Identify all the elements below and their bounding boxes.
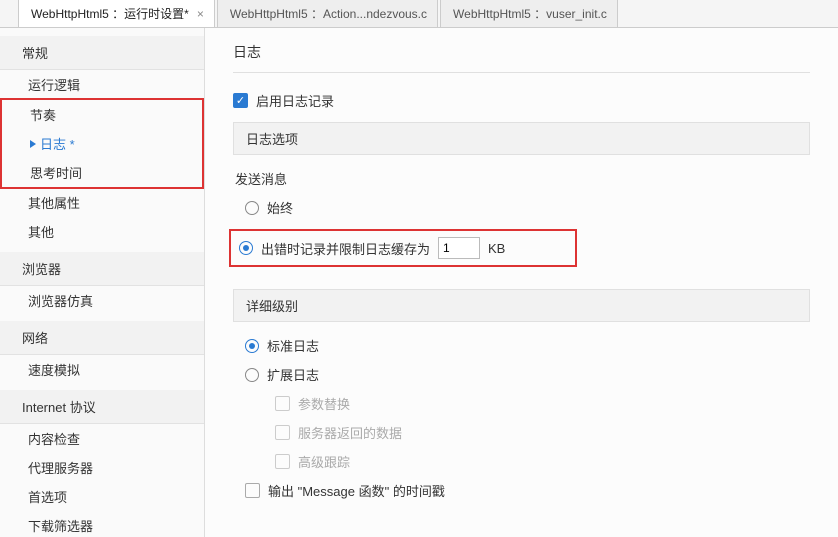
sidebar-item-run-logic[interactable]: 运行逻辑 bbox=[0, 70, 204, 99]
checkbox-icon bbox=[275, 454, 290, 469]
checkbox-icon bbox=[275, 396, 290, 411]
sidebar-item-speed-sim[interactable]: 速度模拟 bbox=[0, 355, 204, 384]
sidebar-group-browser[interactable]: 浏览器 bbox=[0, 252, 204, 286]
ext-opt-label: 参数替换 bbox=[298, 394, 350, 413]
ext-opt-server-data-row: 服务器返回的数据 bbox=[233, 423, 810, 442]
radio-on-error-row[interactable]: 出错时记录并限制日志缓存为 KB bbox=[239, 237, 505, 259]
extended-log-label: 扩展日志 bbox=[267, 365, 319, 384]
output-timestamp-row[interactable]: 输出 "Message 函数" 的时间戳 bbox=[233, 481, 810, 500]
radio-icon[interactable] bbox=[245, 201, 259, 215]
sidebar-item-content-check[interactable]: 内容检查 bbox=[0, 424, 204, 453]
sidebar: 常规 运行逻辑 节奏 日志 * 思考时间 其他属性 其他 浏览器 浏览器仿真 网… bbox=[0, 28, 205, 537]
output-timestamp-label: 输出 "Message 函数" 的时间戳 bbox=[268, 481, 445, 500]
sidebar-item-think-time[interactable]: 思考时间 bbox=[2, 158, 202, 187]
sidebar-group-internet[interactable]: Internet 协议 bbox=[0, 390, 204, 424]
sidebar-item-browser-emulation[interactable]: 浏览器仿真 bbox=[0, 286, 204, 315]
checkbox-icon bbox=[275, 425, 290, 440]
highlight-sidebar-log: 节奏 日志 * 思考时间 bbox=[0, 98, 204, 189]
ext-opt-label: 高级跟踪 bbox=[298, 452, 350, 471]
sidebar-item-misc[interactable]: 其他 bbox=[0, 217, 204, 246]
cache-size-input[interactable] bbox=[438, 237, 480, 259]
detail-level-header: 详细级别 bbox=[233, 289, 810, 322]
radio-always-row[interactable]: 始终 bbox=[233, 198, 810, 217]
tab-label: WebHttpHtml5 ：运行时设置* bbox=[31, 5, 189, 22]
radio-always-label: 始终 bbox=[267, 198, 293, 217]
checkbox-icon[interactable] bbox=[245, 483, 260, 498]
tab-label: WebHttpHtml5 ：Action...ndezvous.c bbox=[230, 5, 427, 22]
tab-action-file[interactable]: WebHttpHtml5 ：Action...ndezvous.c bbox=[217, 0, 438, 27]
sidebar-item-log[interactable]: 日志 * bbox=[2, 129, 202, 158]
radio-extended-log-row[interactable]: 扩展日志 bbox=[233, 365, 810, 384]
radio-icon[interactable] bbox=[245, 339, 259, 353]
ext-opt-label: 服务器返回的数据 bbox=[298, 423, 402, 442]
page-title: 日志 bbox=[233, 42, 810, 73]
sidebar-item-download-filters[interactable]: 下载筛选器 bbox=[0, 511, 204, 537]
radio-icon[interactable] bbox=[245, 368, 259, 382]
send-messages-title: 发送消息 bbox=[235, 169, 810, 188]
standard-log-label: 标准日志 bbox=[267, 336, 319, 355]
content-panel: 日志 ✓ 启用日志记录 日志选项 发送消息 始终 出错时记录并限制日志缓存为 K… bbox=[205, 28, 838, 537]
highlight-on-error: 出错时记录并限制日志缓存为 KB bbox=[229, 229, 577, 267]
checkbox-icon[interactable]: ✓ bbox=[233, 93, 248, 108]
sidebar-item-label: 日志 * bbox=[40, 134, 75, 153]
sidebar-item-proxy[interactable]: 代理服务器 bbox=[0, 453, 204, 482]
triangle-icon bbox=[30, 140, 36, 148]
cache-size-unit: KB bbox=[488, 241, 505, 256]
ext-opt-advanced-trace-row: 高级跟踪 bbox=[233, 452, 810, 471]
tab-bar: WebHttpHtml5 ：运行时设置* × WebHttpHtml5 ：Act… bbox=[0, 0, 838, 28]
tab-vuser-init[interactable]: WebHttpHtml5 ：vuser_init.c bbox=[440, 0, 618, 27]
tab-runtime-settings[interactable]: WebHttpHtml5 ：运行时设置* × bbox=[18, 0, 215, 27]
sidebar-item-preferences[interactable]: 首选项 bbox=[0, 482, 204, 511]
radio-icon[interactable] bbox=[239, 241, 253, 255]
main-area: 常规 运行逻辑 节奏 日志 * 思考时间 其他属性 其他 浏览器 浏览器仿真 网… bbox=[0, 28, 838, 537]
tab-label: WebHttpHtml5 ：vuser_init.c bbox=[453, 5, 607, 22]
sidebar-group-general[interactable]: 常规 bbox=[0, 36, 204, 70]
sidebar-item-other-attrs[interactable]: 其他属性 bbox=[0, 188, 204, 217]
sidebar-item-pacing[interactable]: 节奏 bbox=[2, 100, 202, 129]
sidebar-group-network[interactable]: 网络 bbox=[0, 321, 204, 355]
log-options-header: 日志选项 bbox=[233, 122, 810, 155]
close-icon[interactable]: × bbox=[197, 7, 204, 21]
radio-standard-log-row[interactable]: 标准日志 bbox=[233, 336, 810, 355]
enable-log-label: 启用日志记录 bbox=[256, 91, 334, 110]
on-error-label: 出错时记录并限制日志缓存为 bbox=[261, 239, 430, 258]
ext-opt-param-sub-row: 参数替换 bbox=[233, 394, 810, 413]
enable-log-row[interactable]: ✓ 启用日志记录 bbox=[233, 91, 810, 110]
